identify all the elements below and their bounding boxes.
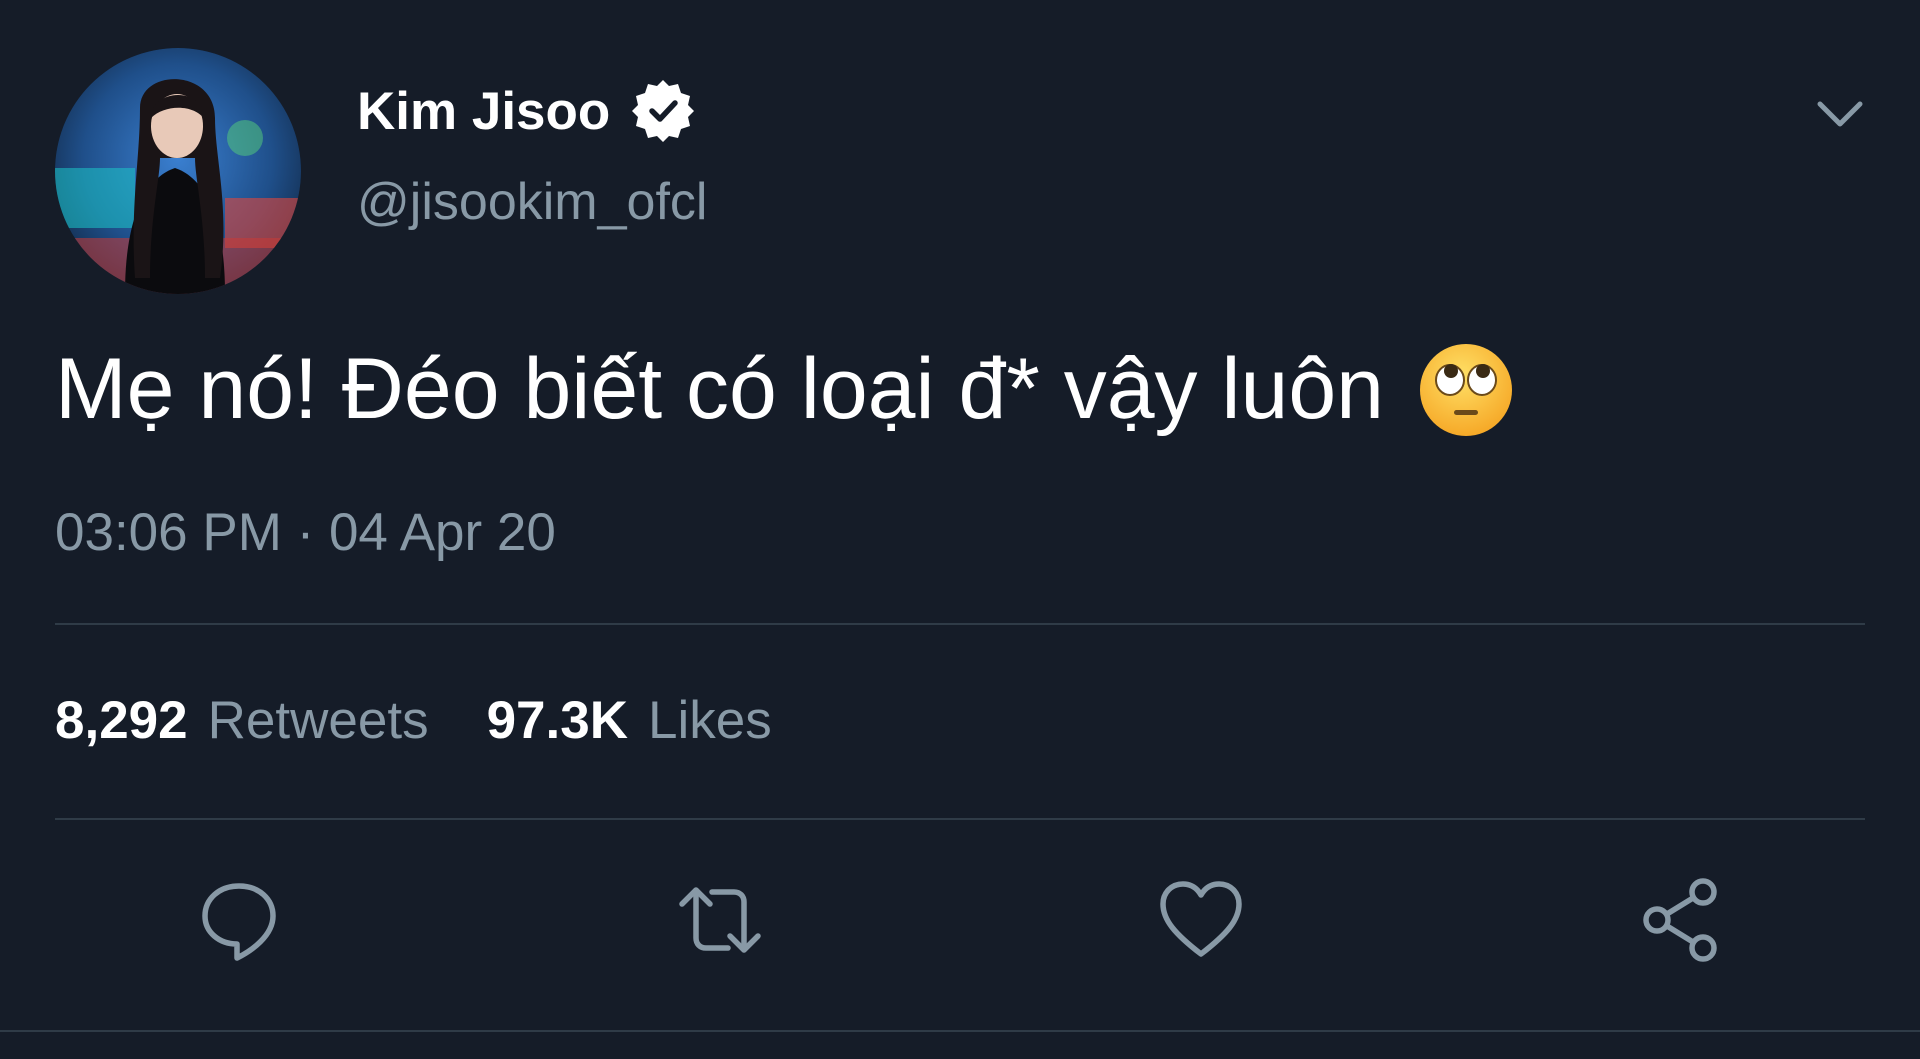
divider (55, 623, 1865, 625)
chevron-down-icon[interactable] (1815, 96, 1865, 132)
action-bar (0, 870, 1920, 980)
author-row: Kim Jisoo (357, 78, 695, 144)
timestamp[interactable]: 03:06 PM · 04 Apr 20 (55, 502, 556, 563)
engagement-stats: 8,292 Retweets 97.3K Likes (55, 690, 830, 751)
likes-stat[interactable]: 97.3K Likes (487, 690, 772, 751)
like-button[interactable] (1151, 870, 1251, 970)
reply-icon (202, 883, 276, 961)
likes-label: Likes (648, 691, 772, 750)
heart-icon (1160, 881, 1242, 957)
retweets-label: Retweets (207, 691, 429, 750)
reply-button[interactable] (189, 870, 289, 970)
retweet-button[interactable] (670, 870, 770, 970)
verified-badge-icon (632, 80, 695, 142)
retweet-icon (679, 887, 761, 953)
handle[interactable]: @jisookim_ofcl (357, 172, 707, 232)
retweets-stat[interactable]: 8,292 Retweets (55, 690, 429, 751)
tweet-body: Mẹ nó! Đéo biết có loại đ* vậy luôn (55, 341, 1385, 437)
divider (55, 818, 1865, 820)
tweet-detail: Kim Jisoo @jisookim_ofcl Mẹ nó! Đéo biết… (0, 0, 1920, 1059)
likes-count: 97.3K (486, 691, 629, 750)
face-with-rolling-eyes-icon (1418, 342, 1514, 438)
display-name[interactable]: Kim Jisoo (357, 81, 610, 142)
retweets-count: 8,292 (55, 691, 188, 750)
avatar[interactable] (55, 48, 301, 294)
divider (0, 1030, 1920, 1032)
tweet-text: Mẹ nó! Đéo biết có loại đ* vậy luôn (55, 340, 1514, 439)
share-icon (1643, 878, 1717, 962)
share-button[interactable] (1631, 870, 1731, 970)
